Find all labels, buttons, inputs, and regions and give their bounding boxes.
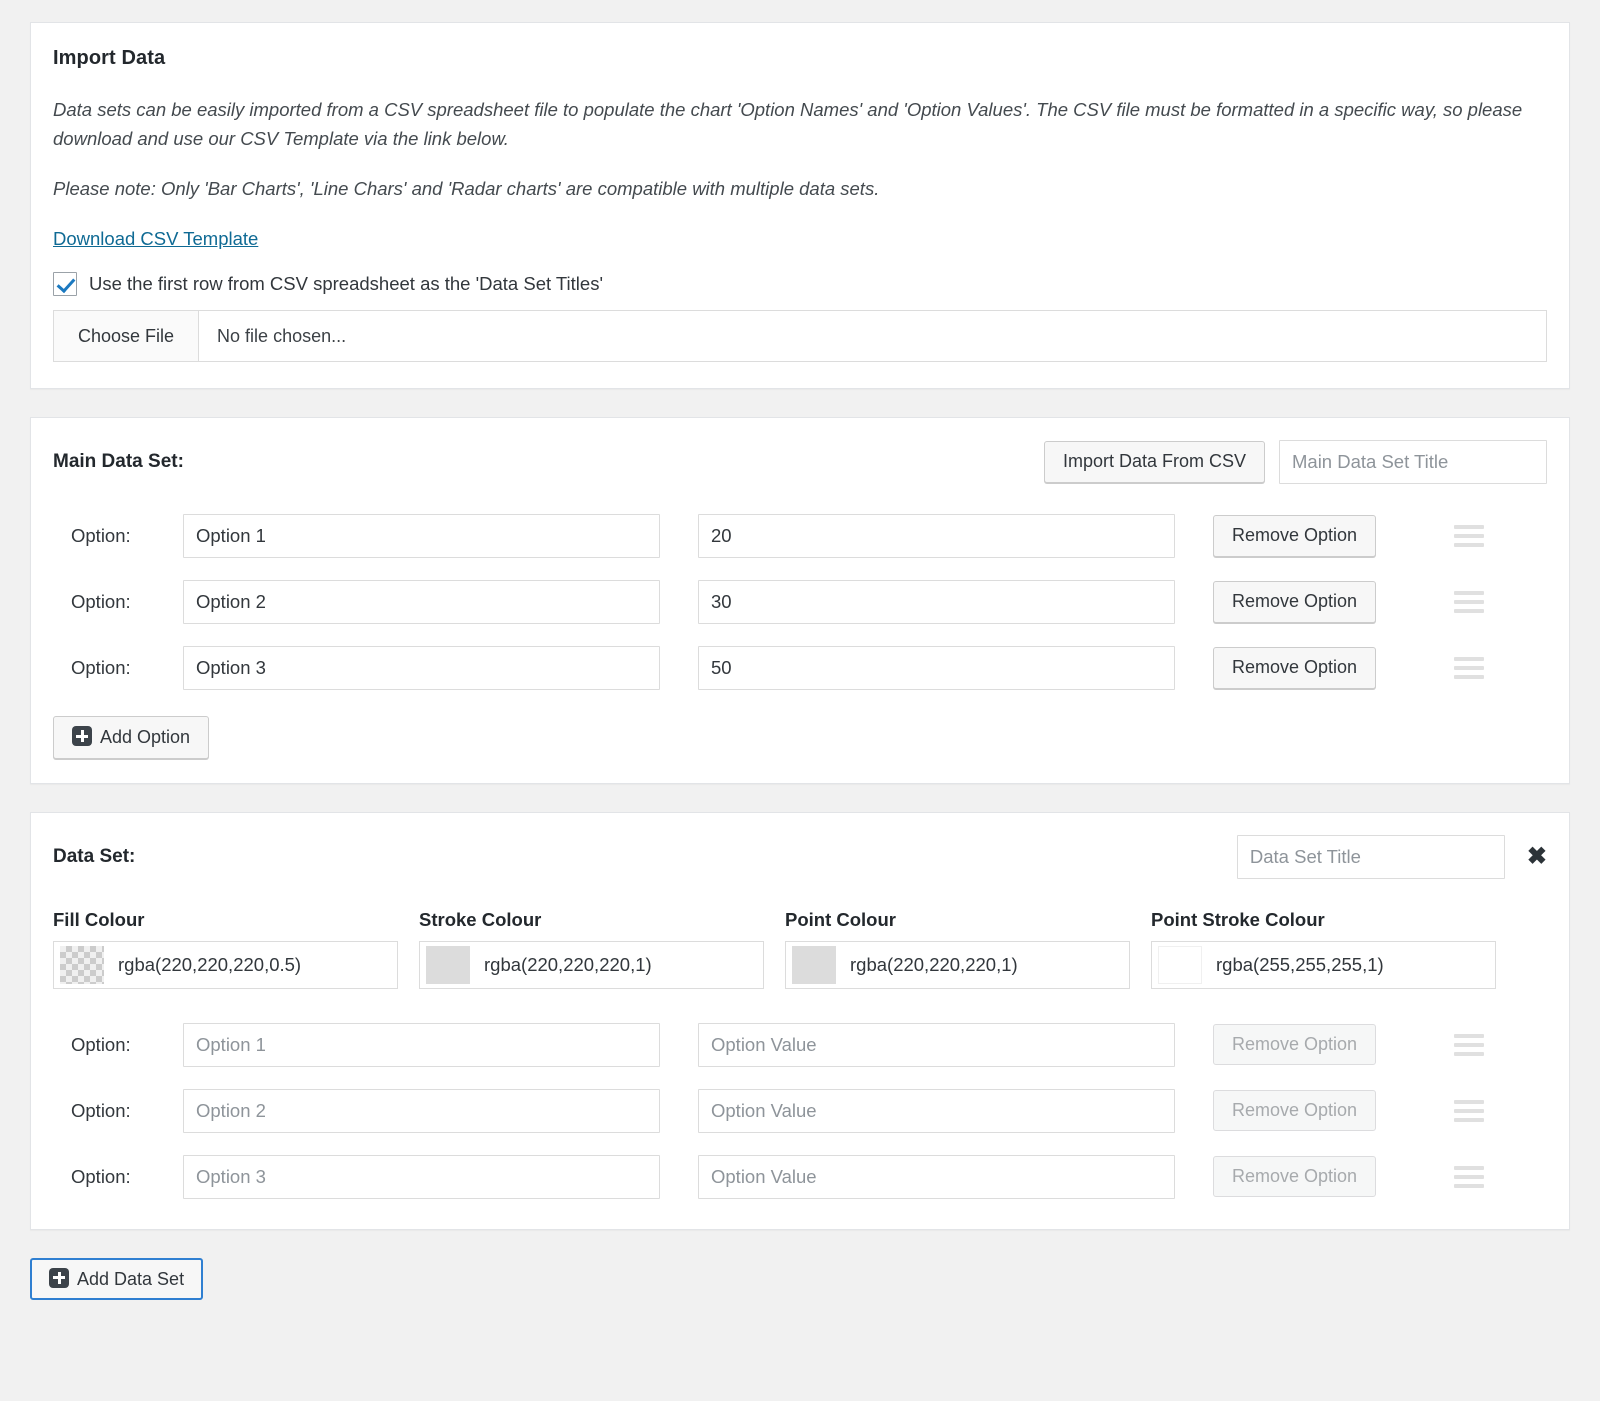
remove-option-button[interactable]: Remove Option [1213,1089,1377,1132]
option-value-input[interactable] [698,514,1175,559]
drag-handle-icon[interactable] [1454,1165,1485,1188]
data-set-header-actions: ✖ [1236,834,1547,879]
option-name-input[interactable] [183,580,660,625]
point-colour-label: Point Colour [785,908,896,930]
option-value-input[interactable] [698,1154,1175,1199]
plus-icon [72,726,92,747]
main-data-set-title-input[interactable] [1279,440,1547,485]
stroke-colour-cell: Stroke Colour rgba(220,220,220,1) [419,909,785,989]
import-description-2: Please note: Only 'Bar Charts', 'Line Ch… [53,178,880,200]
colour-swatch-icon[interactable] [426,945,470,984]
main-data-set-rows: Option: Remove Option Option: Remove Opt… [53,514,1547,691]
fill-colour-input[interactable]: rgba(220,220,220,0.5) [53,940,398,989]
data-set-rows: Option: Remove Option Option: Remove Opt… [53,1022,1547,1199]
option-value-input[interactable] [698,1088,1175,1133]
main-data-set-title: Main Data Set: [53,451,184,473]
drag-handle-icon[interactable] [1454,1033,1485,1056]
drag-handle-icon[interactable] [1454,1099,1485,1122]
data-set-panel: Data Set: ✖ Fill Colour rgba(220,220,220… [30,811,1570,1230]
point-colour-input[interactable]: rgba(220,220,220,1) [785,940,1130,989]
fill-colour-cell: Fill Colour rgba(220,220,220,0.5) [53,909,419,989]
option-label: Option: [71,657,131,679]
first-row-titles-checkbox[interactable] [53,272,77,297]
colour-swatch-icon[interactable] [1158,945,1202,984]
table-row: Option: Remove Option [53,580,1547,625]
option-value-input[interactable] [698,646,1175,691]
remove-option-button[interactable]: Remove Option [1213,1155,1377,1198]
data-set-header: Data Set: ✖ [53,834,1547,879]
table-row: Option: Remove Option [53,1154,1547,1199]
drag-handle-icon[interactable] [1454,525,1485,548]
table-row: Option: Remove Option [53,1022,1547,1067]
add-data-set-button[interactable]: Add Data Set [30,1257,204,1301]
choose-file-button[interactable]: Choose File [54,311,200,362]
add-option-button[interactable]: Add Option [53,716,210,759]
add-option-label: Add Option [100,727,191,748]
point-colour-value: rgba(220,220,220,1) [850,953,1018,975]
drag-handle-icon[interactable] [1454,657,1485,680]
colour-pickers: Fill Colour rgba(220,220,220,0.5) Stroke… [53,909,1547,989]
data-set-title-input[interactable] [1236,834,1505,879]
option-label: Option: [71,591,131,613]
stroke-colour-input[interactable]: rgba(220,220,220,1) [419,940,764,989]
import-data-panel: Import Data Data sets can be easily impo… [30,22,1570,390]
option-label: Option: [71,1165,131,1187]
settings-page: Import Data Data sets can be easily impo… [0,0,1600,1230]
download-csv-template-link[interactable]: Download CSV Template [53,228,258,250]
main-data-set-header-actions: Import Data From CSV [1043,440,1547,485]
point-stroke-colour-input[interactable]: rgba(255,255,255,1) [1151,940,1496,989]
point-stroke-colour-value: rgba(255,255,255,1) [1216,953,1384,975]
stroke-colour-label: Stroke Colour [419,908,542,930]
remove-option-button[interactable]: Remove Option [1213,647,1377,689]
csv-file-input[interactable]: Choose File No file chosen... [53,310,1547,363]
table-row: Option: Remove Option [53,514,1547,559]
option-label: Option: [71,1033,131,1055]
point-stroke-colour-label: Point Stroke Colour [1151,908,1325,930]
import-description-1: Data sets can be easily imported from a … [53,99,1523,149]
option-label: Option: [71,1099,131,1121]
fill-colour-label: Fill Colour [53,908,145,930]
stroke-colour-value: rgba(220,220,220,1) [484,953,652,975]
option-name-input[interactable] [183,646,660,691]
point-colour-cell: Point Colour rgba(220,220,220,1) [785,909,1151,989]
main-data-set-panel: Main Data Set: Import Data From CSV Opti… [30,417,1570,784]
colour-swatch-icon[interactable] [60,945,104,984]
add-data-set-label: Add Data Set [77,1268,185,1289]
table-row: Option: Remove Option [53,646,1547,691]
option-name-input[interactable] [183,1154,660,1199]
page-title: Import Data [53,47,166,69]
option-name-input[interactable] [183,514,660,559]
import-data-from-csv-button[interactable]: Import Data From CSV [1043,441,1265,483]
chosen-file-name: No file chosen... [217,325,347,346]
colour-swatch-icon[interactable] [792,945,836,984]
remove-option-button[interactable]: Remove Option [1213,515,1377,557]
option-name-input[interactable] [183,1022,660,1067]
option-value-input[interactable] [698,1022,1175,1067]
data-set-title: Data Set: [53,845,136,867]
remove-option-button[interactable]: Remove Option [1213,1023,1377,1066]
first-row-titles-label: Use the first row from CSV spreadsheet a… [89,273,603,295]
option-value-input[interactable] [698,580,1175,625]
plus-icon [49,1267,69,1288]
option-name-input[interactable] [183,1088,660,1133]
drag-handle-icon[interactable] [1454,591,1485,614]
table-row: Option: Remove Option [53,1088,1547,1133]
fill-colour-value: rgba(220,220,220,0.5) [118,953,302,975]
first-row-titles-row: Use the first row from CSV spreadsheet a… [53,272,1547,297]
footer-actions: Add Data Set [0,1257,1600,1321]
main-data-set-header: Main Data Set: Import Data From CSV [53,440,1547,485]
option-label: Option: [71,525,131,547]
remove-option-button[interactable]: Remove Option [1213,581,1377,623]
point-stroke-colour-cell: Point Stroke Colour rgba(255,255,255,1) [1151,909,1517,989]
close-icon[interactable]: ✖ [1527,844,1547,869]
